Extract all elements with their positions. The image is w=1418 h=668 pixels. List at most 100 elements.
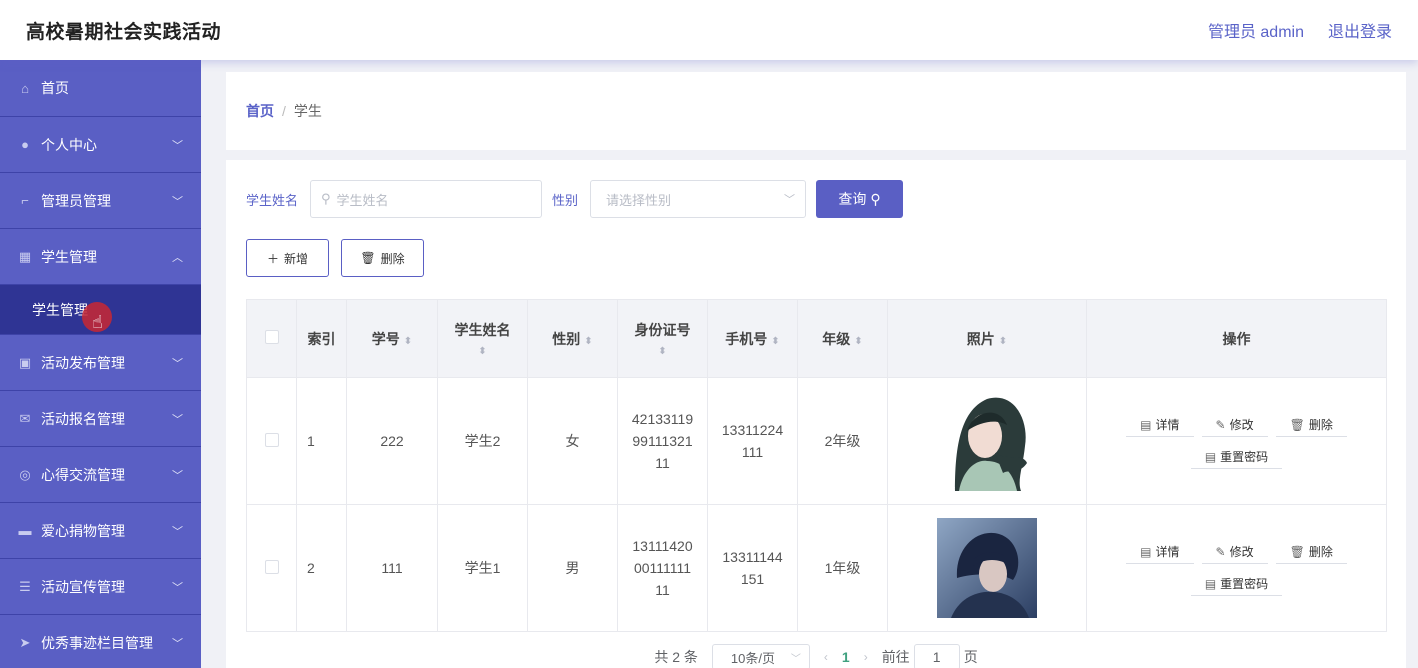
row-checkbox[interactable] [264,432,279,447]
grade-cell: 2年级 [797,377,888,505]
home-icon: ⌂ [21,80,29,96]
current-page[interactable]: 1 [842,649,850,665]
action-toolbar: ＋ 新增 🗑 删除 [246,239,1386,277]
sidebar-item-student-management[interactable]: ▦ 学生管理 ︿ [0,229,201,285]
column-header-id-card[interactable]: 身份证号 ⬍ [617,299,708,378]
pagination: 共 2 条 10条/页 ﹀ ‹ 1 › 前往 1 页 [246,644,1386,668]
compass-icon: ◎ [19,466,31,482]
id-card-line: 11 [655,582,670,598]
admin-user-link[interactable]: 管理员 admin [1208,18,1304,42]
delete-button-label: 删除 [1308,418,1333,432]
prev-page-icon[interactable]: ‹ [824,650,828,664]
id-card-cell: 13111420 00111111 11 [617,504,708,632]
column-header-photo[interactable]: 照片 ⬍ [887,299,1087,378]
sidebar-item-donation[interactable]: ▬ 爱心捐物管理 ﹀ [0,503,201,559]
delete-button-label: 删除 [1308,545,1333,559]
student-no-cell: 222 [346,377,438,505]
batch-delete-button[interactable]: 🗑 删除 [341,239,424,277]
sidebar-item-personal-center[interactable]: ● 个人中心 ﹀ [0,117,201,173]
column-header-gender[interactable]: 性别 ⬍ [527,299,618,378]
student-name-placeholder: 学生姓名 [336,192,389,208]
add-button[interactable]: ＋ 新增 [246,239,329,277]
page-size-select[interactable]: 10条/页 ﹀ [711,644,810,668]
sort-icon[interactable]: ⬍ [999,336,1007,347]
student-photo[interactable] [937,518,1037,618]
edit-button[interactable]: ✎ 修改 [1201,540,1268,564]
column-header-student-no[interactable]: 学号 ⬍ [346,299,438,378]
sidebar-item-label: 活动发布管理 [41,354,125,371]
column-header-label: 学生姓名 [454,322,511,338]
table-row: 2 111 学生1 男 13111420 00111111 11 1331114… [246,504,1387,632]
sort-icon[interactable]: ⬍ [584,336,592,347]
sidebar-item-label: 个人中心 [41,136,97,153]
chevron-down-icon: ﹀ [790,653,801,665]
sidebar-item-activity-promotion[interactable]: ☰ 活动宣传管理 ﹀ [0,559,201,615]
next-page-icon[interactable]: › [864,650,868,664]
chevron-down-icon: ﹀ [784,194,796,206]
select-all-cell [246,299,297,378]
breadcrumb: 首页 / 学生 [226,72,1406,150]
crop-icon: ⌐ [21,193,29,208]
chevron-down-icon: ﹀ [172,525,183,538]
student-name-input[interactable]: ⚲ 学生姓名 [310,180,543,218]
document-icon: ▤ [1204,576,1217,591]
sidebar-item-activity-signup[interactable]: ✉ 活动报名管理 ﹀ [0,391,201,447]
search-icon: ⚲ [321,191,331,206]
edit-button-label: 修改 [1229,545,1254,559]
query-button[interactable]: 查询 ⚲ [816,180,904,218]
sidebar-subitem-student-management[interactable]: 学生管理 ☝ [0,285,201,335]
sort-icon[interactable]: ⬍ [854,336,862,347]
row-checkbox[interactable] [264,559,279,574]
main-content: 首页 / 学生 学生姓名 ⚲ 学生姓名 性别 请选择性别 ﹀ 查询 ⚲ ＋ 新增 [226,60,1406,668]
student-name-label: 学生姓名 [246,192,299,208]
column-header-name[interactable]: 学生姓名 ⬍ [437,299,528,378]
top-header: 高校暑期社会实践活动 管理员 admin 退出登录 [0,0,1418,60]
column-header-ops: 操作 [1086,299,1387,378]
sidebar-item-experience-exchange[interactable]: ◎ 心得交流管理 ﹀ [0,447,201,503]
column-header-phone[interactable]: 手机号 ⬍ [707,299,798,378]
logout-link[interactable]: 退出登录 [1328,18,1392,42]
batch-delete-button-label: 删除 [380,251,405,266]
student-photo[interactable] [937,391,1037,491]
trash-icon: 🗑 [360,251,376,265]
sidebar-item-activity-publish[interactable]: ▣ 活动发布管理 ﹀ [0,335,201,391]
sort-icon[interactable]: ⬍ [404,336,412,347]
select-all-checkbox[interactable] [264,330,279,344]
sort-icon[interactable]: ⬍ [618,346,707,357]
goto-prefix: 前往 [881,649,910,665]
goto-page: 前往 1 页 [882,644,978,668]
detail-button[interactable]: ▤ 详情 [1126,413,1194,437]
sidebar-item-outstanding-deeds[interactable]: ➤ 优秀事迹栏目管理 ﹀ [0,615,201,668]
sidebar-item-label: 爱心捐物管理 [41,522,125,539]
id-card-line: 00111111 [633,560,692,576]
gender-select[interactable]: 请选择性别 ﹀ [590,180,807,218]
sidebar-item-home[interactable]: ⌂ 首页 [0,60,201,117]
breadcrumb-home[interactable]: 首页 [246,101,274,121]
query-button-label: 查询 [838,191,867,207]
column-header-index: 索引 [296,299,347,378]
column-header-grade[interactable]: 年级 ⬍ [797,299,888,378]
chevron-up-icon: ︿ [172,251,183,264]
column-header-label: 手机号 [725,330,768,347]
total-count: 共 2 条 [654,649,698,665]
sidebar-item-admin-management[interactable]: ⌐ 管理员管理 ﹀ [0,173,201,229]
index-cell: 1 [296,377,347,505]
edit-button[interactable]: ✎ 修改 [1201,413,1268,437]
document-icon: ▤ [1204,449,1217,464]
photo-cell [887,377,1087,505]
sort-icon[interactable]: ⬍ [771,336,779,347]
detail-button-label: 详情 [1155,545,1180,559]
gender-placeholder: 请选择性别 [606,192,672,208]
reset-password-button[interactable]: ▤ 重置密码 [1190,572,1283,596]
plus-icon: ＋ [266,251,279,266]
phone-line: 13311144 [722,549,783,565]
name-cell: 学生1 [437,504,528,632]
sort-icon[interactable]: ⬍ [438,346,527,357]
hand-cursor-icon: ☝ [92,312,103,332]
delete-button[interactable]: 🗑 删除 [1275,540,1347,564]
sidebar-item-label: 心得交流管理 [41,466,125,483]
delete-button[interactable]: 🗑 删除 [1275,413,1347,437]
detail-button[interactable]: ▤ 详情 [1126,540,1194,564]
reset-password-button[interactable]: ▤ 重置密码 [1190,445,1283,469]
goto-page-input[interactable]: 1 [913,644,960,668]
